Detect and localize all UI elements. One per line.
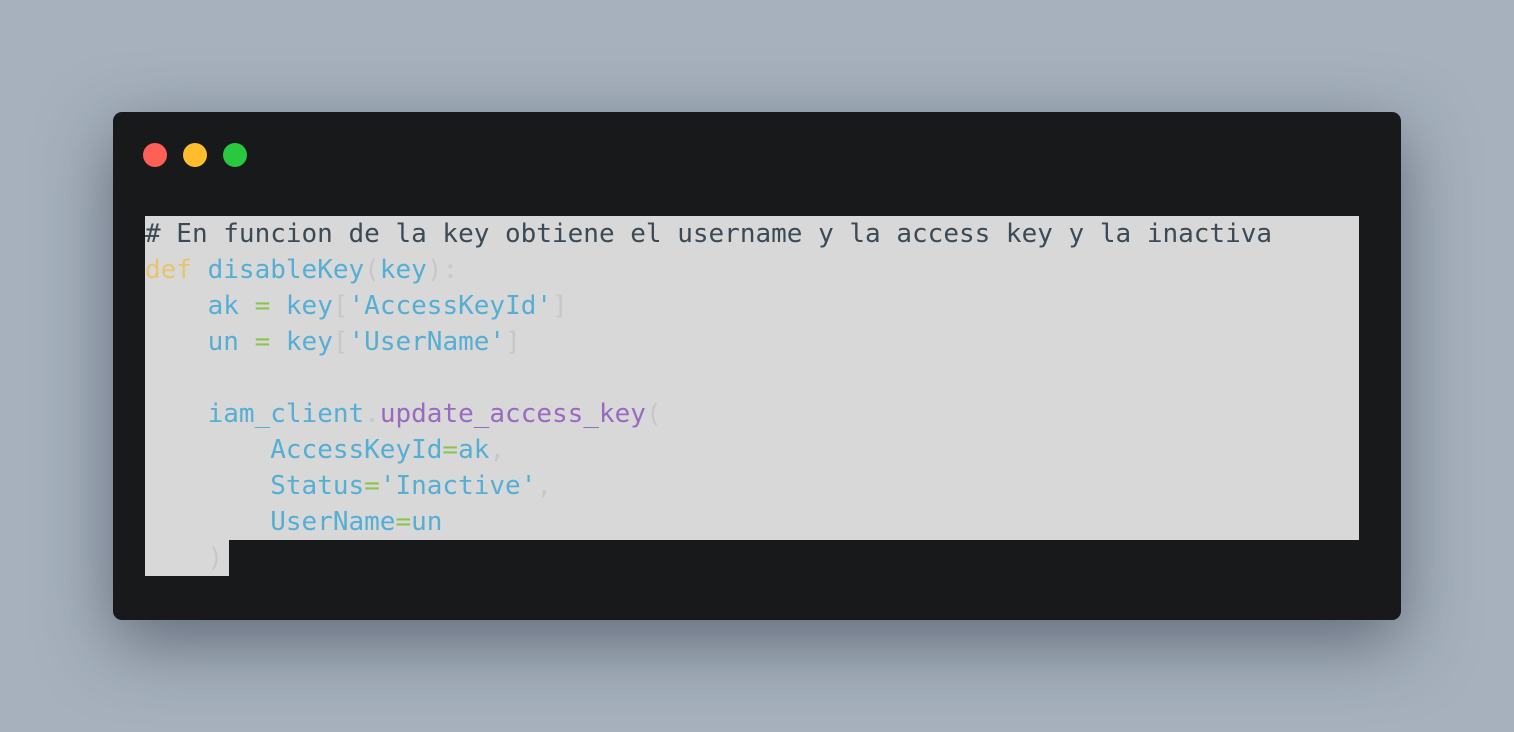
code-token: (: [645, 399, 662, 429]
code-line: ak = key['AccessKeyId']: [145, 288, 1272, 324]
code-token: key: [379, 255, 427, 285]
code-token: 'Inactive': [379, 471, 537, 501]
code-token: 'UserName': [348, 327, 506, 357]
code-line: # En funcion de la key obtiene el userna…: [145, 216, 1272, 252]
code-token: UserName: [270, 507, 396, 537]
code-token: =: [238, 327, 286, 357]
code-token: un: [207, 327, 239, 357]
code-token: def: [145, 255, 192, 285]
code-token: =: [238, 291, 286, 321]
code-token: ak: [458, 435, 490, 465]
code-block[interactable]: # En funcion de la key obtiene el userna…: [145, 216, 1272, 576]
code-line: UserName=un: [145, 504, 1272, 540]
code-line: iam_client.update_access_key(: [145, 396, 1272, 432]
code-line: AccessKeyId=ak,: [145, 432, 1272, 468]
code-line: def disableKey(key):: [145, 252, 1272, 288]
code-token: disableKey: [207, 255, 365, 285]
code-token: =: [364, 471, 380, 501]
window-controls: [143, 143, 247, 167]
code-line: ): [145, 540, 1272, 576]
code-window: # En funcion de la key obtiene el userna…: [113, 112, 1401, 620]
code-token: 'AccessKeyId': [348, 291, 553, 321]
code-token: update_access_key: [379, 399, 646, 429]
minimize-button[interactable]: [183, 143, 207, 167]
code-token: [: [332, 327, 349, 357]
code-token: key: [285, 291, 333, 321]
code-token: ,: [536, 471, 553, 501]
code-token: (: [364, 255, 380, 285]
code-line: Status='Inactive',: [145, 468, 1272, 504]
code-token: [: [332, 291, 349, 321]
code-token: Status: [270, 471, 365, 501]
code-token: AccessKeyId: [270, 435, 443, 465]
code-token: un: [411, 507, 443, 537]
code-token: ak: [207, 291, 239, 321]
code-token: ]: [552, 291, 568, 321]
close-button[interactable]: [143, 143, 167, 167]
code-token: ]: [505, 327, 521, 357]
code-token: iam_client: [207, 399, 365, 429]
code-token: ,: [489, 435, 506, 465]
code-token: ):: [426, 255, 459, 285]
code-token: =: [395, 507, 412, 537]
code-token: =: [442, 435, 459, 465]
maximize-button[interactable]: [223, 143, 247, 167]
code-token: key: [285, 327, 333, 357]
code-token: .: [364, 399, 380, 429]
code-token: # En funcion de la key obtiene el userna…: [145, 219, 1273, 249]
code-line: un = key['UserName']: [145, 324, 1272, 360]
code-token: ): [207, 543, 224, 573]
